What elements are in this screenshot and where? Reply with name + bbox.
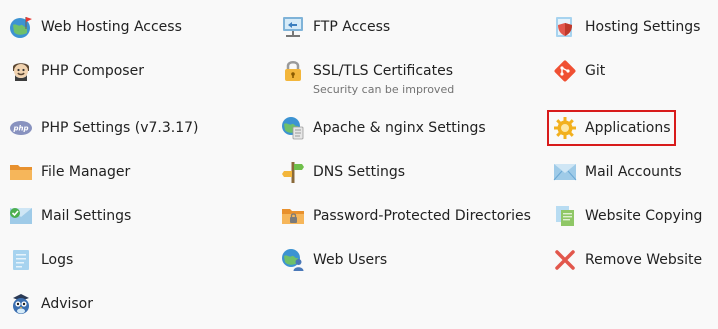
remove-website-link[interactable]: Remove Website xyxy=(553,248,702,272)
web-hosting-access-label: Web Hosting Access xyxy=(41,19,182,35)
signpost-icon xyxy=(281,160,305,184)
ftp-access-link[interactable]: FTP Access xyxy=(281,15,390,39)
php-settings-link[interactable]: php PHP Settings (v7.3.17) xyxy=(9,116,198,140)
globe-flag-icon xyxy=(9,15,33,39)
git-link[interactable]: Git xyxy=(553,59,605,83)
advisor-label: Advisor xyxy=(41,296,94,312)
advisor-owl-icon xyxy=(9,292,33,316)
envelope-check-icon xyxy=(9,204,33,228)
ftp-access-label: FTP Access xyxy=(313,19,391,35)
logs-label: Logs xyxy=(41,252,74,268)
locked-folder-icon xyxy=(281,204,305,228)
file-manager-link[interactable]: File Manager xyxy=(9,160,130,184)
ssl-tls-certificates-link[interactable]: SSL/TLS Certificates Security can be imp… xyxy=(281,59,454,97)
git-icon xyxy=(553,59,577,83)
apache-nginx-settings-link[interactable]: Apache & nginx Settings xyxy=(281,116,486,140)
website-copying-label: Website Copying xyxy=(585,208,703,224)
globe-user-icon xyxy=(281,248,305,272)
remove-website-label: Remove Website xyxy=(585,252,703,268)
web-users-link[interactable]: Web Users xyxy=(281,248,387,272)
mail-settings-link[interactable]: Mail Settings xyxy=(9,204,131,228)
apache-nginx-settings-label: Apache & nginx Settings xyxy=(313,120,486,136)
mail-accounts-link[interactable]: Mail Accounts xyxy=(553,160,682,184)
password-protected-directories-label: Password-Protected Directories xyxy=(313,208,531,224)
document-shield-icon xyxy=(553,15,577,39)
ssl-tls-certificates-label: SSL/TLS Certificates xyxy=(313,63,453,79)
php-composer-link[interactable]: PHP Composer xyxy=(9,59,144,83)
web-users-label: Web Users xyxy=(313,252,388,268)
red-x-icon xyxy=(553,248,577,272)
web-hosting-access-link[interactable]: Web Hosting Access xyxy=(9,15,182,39)
file-manager-label: File Manager xyxy=(41,164,131,180)
ftp-computer-icon xyxy=(281,15,305,39)
copy-documents-icon xyxy=(553,204,577,228)
logs-link[interactable]: Logs xyxy=(9,248,73,272)
gear-icon xyxy=(553,116,577,140)
applications-label: Applications xyxy=(585,120,671,136)
globe-document-icon xyxy=(281,116,305,140)
git-label: Git xyxy=(585,63,606,79)
log-document-icon xyxy=(9,248,33,272)
folder-icon xyxy=(9,160,33,184)
svg-text:php: php xyxy=(12,125,28,133)
hosting-settings-link[interactable]: Hosting Settings xyxy=(553,15,700,39)
mail-settings-label: Mail Settings xyxy=(41,208,132,224)
envelope-icon xyxy=(553,160,577,184)
website-copying-link[interactable]: Website Copying xyxy=(553,204,702,228)
applications-link[interactable]: Applications xyxy=(553,116,671,140)
dns-settings-label: DNS Settings xyxy=(313,164,406,180)
website-tools-panel: Web Hosting Access FTP Access Hosting Se… xyxy=(0,0,718,329)
advisor-link[interactable]: Advisor xyxy=(9,292,93,316)
password-protected-directories-link[interactable]: Password-Protected Directories xyxy=(281,204,531,228)
composer-musician-icon xyxy=(9,59,33,83)
ssl-tls-status-text: Security can be improved xyxy=(313,83,455,96)
hosting-settings-label: Hosting Settings xyxy=(585,19,701,35)
php-badge-icon: php xyxy=(9,116,33,140)
php-settings-label: PHP Settings (v7.3.17) xyxy=(41,120,199,136)
dns-settings-link[interactable]: DNS Settings xyxy=(281,160,405,184)
padlock-warning-icon xyxy=(281,59,305,83)
php-composer-label: PHP Composer xyxy=(41,63,144,79)
mail-accounts-label: Mail Accounts xyxy=(585,164,682,180)
